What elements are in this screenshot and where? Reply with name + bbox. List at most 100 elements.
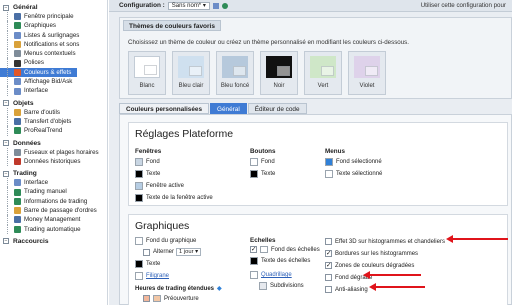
theme-green[interactable]: Vert <box>304 51 342 95</box>
windows-header: Fenêtres <box>135 148 162 155</box>
theme-white[interactable]: Blanc <box>128 51 166 95</box>
color-swatch[interactable] <box>153 295 161 302</box>
menu-selected-bg-color[interactable]: Fond sélectionné <box>325 158 382 166</box>
anti-aliasing-row[interactable]: Anti-aliasing <box>325 286 368 293</box>
color-swatch[interactable] <box>135 158 143 166</box>
window-bg-color[interactable]: Fond <box>135 158 160 166</box>
collapse-icon[interactable]: − <box>3 170 9 177</box>
sidebar-item-auto-trading[interactable]: Trading automatique <box>0 224 107 235</box>
configuration-select[interactable]: Sans nom* ▾ <box>167 1 210 10</box>
sidebar-item-manual-trading[interactable]: Trading manuel <box>0 187 107 198</box>
collapse-icon[interactable]: − <box>3 238 9 245</box>
color-swatch[interactable] <box>260 246 268 253</box>
sidebar-item-order-bar[interactable]: Barre de passage d'ordres <box>0 206 107 216</box>
sidebar-item-context-menus[interactable]: Menus contextuels <box>0 49 107 59</box>
grid-color[interactable]: Quadrillage <box>250 271 292 279</box>
histogram-borders-checkbox[interactable]: ✓ <box>325 250 332 257</box>
theme-violet[interactable]: Violet <box>348 51 386 95</box>
sidebar-item-notifications[interactable]: Notifications et sons <box>0 39 107 50</box>
color-swatch[interactable] <box>135 170 143 178</box>
sidebar-section-header[interactable]: − Données <box>0 139 107 148</box>
tab-code-editor[interactable]: Éditeur de code <box>247 103 307 114</box>
collapse-icon[interactable]: − <box>3 4 9 11</box>
theme-preview <box>354 56 380 78</box>
scales-bg-checkbox[interactable]: ✓ <box>250 246 257 253</box>
color-swatch[interactable] <box>135 272 143 280</box>
grid-link[interactable]: Quadrillage <box>261 272 292 278</box>
watermark-color[interactable]: Filigrane <box>135 272 169 280</box>
button-bg-color[interactable]: Fond <box>250 158 275 166</box>
subdivisions-color[interactable]: Subdivisions <box>259 282 304 290</box>
color-swatch[interactable] <box>325 170 333 178</box>
watermark-link[interactable]: Filigrane <box>146 273 169 279</box>
section-title: Réglages Plateforme <box>135 128 234 140</box>
color-swatch[interactable] <box>250 257 258 265</box>
info-icon[interactable]: ◆ <box>217 285 222 292</box>
theme-light-blue[interactable]: Bleu clair <box>172 51 210 95</box>
menu-selected-text-color[interactable]: Texte sélectionné <box>325 170 382 178</box>
theme-dark-blue[interactable]: Bleu foncé <box>216 51 254 95</box>
sidebar-item-trading-info[interactable]: Informations de trading <box>0 196 107 207</box>
buttons-header: Boutons <box>250 148 276 155</box>
sidebar-item-timezones[interactable]: Fuseaux et plages horaires <box>0 147 107 158</box>
sidebar-item-object-transfer[interactable]: Transfert d'objets <box>0 116 107 127</box>
sidebar-item-prorealtrend[interactable]: ProRealTrend <box>0 126 107 136</box>
collapse-icon[interactable]: − <box>3 100 9 107</box>
alternate-period-select[interactable]: 1 jour ▾ <box>176 248 202 256</box>
color-swatch[interactable] <box>135 260 143 268</box>
sidebar-section-header[interactable]: − Objets <box>0 99 107 108</box>
effect-3d-checkbox[interactable] <box>325 238 332 245</box>
add-config-icon[interactable] <box>221 2 228 9</box>
active-window-color[interactable]: Fenêtre active <box>135 182 184 190</box>
color-swatch[interactable] <box>250 170 258 178</box>
sidebar-section-objects: − Objets Barre d'outils Transfert d'objet… <box>0 99 107 136</box>
alternate-checkbox[interactable] <box>143 248 150 256</box>
sidebar-item-trading-interface[interactable]: Interface <box>0 178 107 188</box>
gradient-zones-row[interactable]: ✓ Zones de couleurs dégradées <box>325 262 414 269</box>
button-text-color[interactable]: Texte <box>250 170 275 178</box>
color-swatch[interactable] <box>135 237 143 245</box>
window-text-color[interactable]: Texte <box>135 170 160 178</box>
effect-3d-row[interactable]: Effet 3D sur histogrammes et chandeliers <box>325 238 445 245</box>
scales-text-color[interactable]: Texte des échelles <box>250 257 310 265</box>
sidebar-item-charts[interactable]: Graphiques <box>0 21 107 31</box>
sidebar-section-header[interactable]: − Raccourcis <box>0 237 107 246</box>
tab-custom-colors[interactable]: Couleurs personnalisées <box>119 103 210 114</box>
sidebar-item-historical-data[interactable]: Données historiques <box>0 156 107 167</box>
chart-bg-color[interactable]: Fond du graphique <box>135 237 196 245</box>
color-swatch[interactable] <box>250 271 258 279</box>
premarket-checkbox[interactable] <box>143 295 150 302</box>
scales-bg-color[interactable]: ✓ Fond des échelles <box>250 246 320 253</box>
theme-black[interactable]: Noir <box>260 51 298 95</box>
sidebar-section-header[interactable]: − Trading <box>0 169 107 178</box>
save-config-icon[interactable] <box>212 2 219 9</box>
gradient-zones-checkbox[interactable]: ✓ <box>325 262 332 269</box>
sidebar-item-main-window[interactable]: Fenêtre principale <box>0 12 107 22</box>
tab-general[interactable]: Général <box>210 103 247 114</box>
histogram-borders-row[interactable]: ✓ Bordures sur les histogrammes <box>325 250 418 257</box>
color-swatch[interactable] <box>325 158 333 166</box>
color-swatch[interactable] <box>135 182 143 190</box>
bell-icon <box>14 41 21 49</box>
sidebar-item-colors-effects[interactable]: Couleurs & effets <box>0 67 77 78</box>
sidebar-item-money-management[interactable]: Money Management <box>0 215 107 225</box>
sidebar-item-fonts[interactable]: Polices <box>0 58 107 69</box>
extended-hours-row: Heures de trading étendues ◆ <box>135 285 222 293</box>
color-swatch[interactable] <box>259 282 267 290</box>
color-swatch[interactable] <box>135 194 143 202</box>
sidebar-item-interface[interactable]: Interface <box>0 86 107 96</box>
sidebar-item-lists[interactable]: Listes & surlignages <box>0 30 107 41</box>
sidebar-section-trading: − Trading Interface Trading manuel Inform… <box>0 169 107 235</box>
sidebar-item-bid-ask[interactable]: Affichage Bid/Ask <box>0 77 107 87</box>
gradient-background-checkbox[interactable] <box>325 274 332 281</box>
tab-favorite-themes[interactable]: Thèmes de couleurs favoris <box>123 20 221 31</box>
sidebar-section-header[interactable]: − Général <box>0 3 107 12</box>
chart-text-color[interactable]: Texte <box>135 260 160 268</box>
sidebar-section-title: Raccourcis <box>13 237 49 245</box>
active-window-text-color[interactable]: Texte de la fenêtre active <box>135 194 213 202</box>
collapse-icon[interactable]: − <box>3 140 9 147</box>
premarket-row[interactable]: Préouverture <box>143 295 199 302</box>
anti-aliasing-checkbox[interactable] <box>325 286 332 293</box>
sidebar-item-toolbar[interactable]: Barre d'outils <box>0 107 107 118</box>
color-swatch[interactable] <box>250 158 258 166</box>
